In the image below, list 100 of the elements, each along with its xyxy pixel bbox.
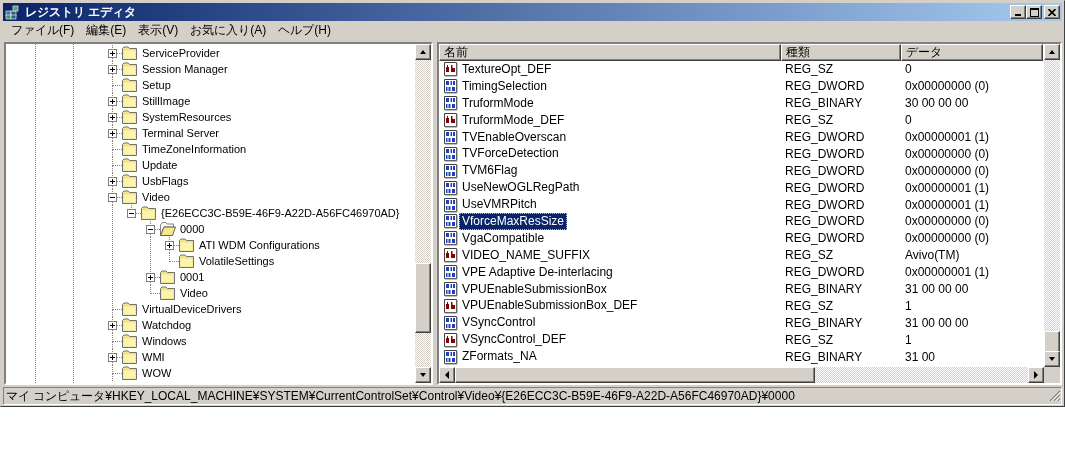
value-name[interactable]: TimingSelection bbox=[459, 77, 550, 95]
table-cell-text: 1 bbox=[904, 298, 912, 313]
tree-item[interactable]: ServiceProvider bbox=[141, 46, 221, 60]
tree-item[interactable]: SystemResources bbox=[141, 110, 233, 124]
table-cell-text: REG_BINARY bbox=[784, 315, 864, 330]
table-cell-text: 0x00000000 (0) bbox=[904, 231, 990, 246]
scroll-down-button[interactable] bbox=[415, 367, 431, 383]
menu-item[interactable]: ファイル(F) bbox=[5, 22, 81, 39]
column-header[interactable]: 種類 bbox=[781, 44, 901, 61]
scrollbar-thumb[interactable] bbox=[415, 263, 431, 333]
tree-item[interactable]: Update bbox=[141, 158, 179, 172]
expand-plus-icon[interactable] bbox=[108, 321, 117, 330]
expand-plus-icon[interactable] bbox=[108, 97, 117, 106]
column-header[interactable]: データ bbox=[901, 44, 1043, 61]
tree-item[interactable]: 0000 bbox=[179, 222, 206, 236]
vertical-scrollbar[interactable] bbox=[1044, 44, 1060, 367]
table-cell-text: REG_DWORD bbox=[784, 163, 866, 178]
expand-plus-icon[interactable] bbox=[108, 353, 117, 362]
table-cell-text: 31 00 bbox=[904, 349, 936, 364]
table-cell-text: 31 00 00 00 bbox=[904, 315, 969, 330]
value-name[interactable]: TVForceDetection bbox=[459, 145, 562, 163]
table-cell-text: 0x00000001 (1) bbox=[904, 265, 990, 280]
expand-plus-icon[interactable] bbox=[165, 241, 174, 250]
scroll-up-button[interactable] bbox=[1044, 44, 1060, 60]
close-button[interactable] bbox=[1044, 5, 1060, 19]
minimize-button[interactable] bbox=[1010, 5, 1026, 19]
value-name[interactable]: VPE Adaptive De-interlacing bbox=[459, 263, 616, 281]
collapse-minus-icon[interactable] bbox=[108, 193, 117, 202]
value-name[interactable]: VgaCompatible bbox=[459, 229, 548, 247]
tree-item[interactable]: {E26ECC3C-B59E-46F9-A22D-A56FC46970AD} bbox=[160, 206, 401, 220]
table-cell-text: REG_DWORD bbox=[784, 214, 866, 229]
scroll-right-button[interactable] bbox=[1028, 367, 1044, 383]
scrollbar-thumb[interactable] bbox=[1044, 331, 1060, 353]
tree-item[interactable]: UsbFlags bbox=[141, 174, 190, 188]
tree-item[interactable]: Terminal Server bbox=[141, 126, 221, 140]
vertical-scrollbar[interactable] bbox=[415, 44, 431, 383]
scroll-up-button[interactable] bbox=[415, 44, 431, 60]
tree-item[interactable]: Setup bbox=[141, 78, 172, 92]
scrollbar-thumb[interactable] bbox=[455, 367, 815, 383]
table-cell-text: REG_BINARY bbox=[784, 282, 864, 296]
value-name[interactable]: UseNewOGLRegPath bbox=[459, 179, 583, 197]
value-name[interactable]: TruformMode bbox=[459, 94, 537, 112]
value-name[interactable]: VPUEnableSubmissionBox bbox=[459, 280, 610, 298]
table-cell-text: REG_DWORD bbox=[784, 180, 866, 195]
value-name[interactable]: VIDEO_NAME_SUFFIX bbox=[459, 246, 594, 264]
value-name[interactable]: TVEnableOverscan bbox=[459, 128, 570, 146]
menu-item[interactable]: お気に入り(A) bbox=[184, 22, 273, 39]
expand-plus-icon[interactable] bbox=[108, 113, 117, 122]
collapse-minus-icon[interactable] bbox=[146, 225, 155, 234]
tree-item[interactable]: WMI bbox=[141, 350, 166, 364]
value-name[interactable]: TVM6Flag bbox=[459, 162, 521, 180]
binary-value-icon bbox=[443, 95, 459, 112]
binary-value-icon bbox=[443, 264, 459, 281]
expand-plus-icon[interactable] bbox=[108, 129, 117, 138]
tree-item[interactable]: Video bbox=[141, 190, 171, 204]
table-cell-text: Avivo(TM) bbox=[904, 248, 960, 263]
tree-item[interactable]: VirtualDeviceDrivers bbox=[141, 302, 243, 316]
value-name[interactable]: UseVMRPitch bbox=[459, 196, 540, 214]
horizontal-scrollbar[interactable] bbox=[439, 367, 1044, 383]
menu-item[interactable]: 編集(E) bbox=[80, 22, 133, 39]
expand-plus-icon[interactable] bbox=[146, 273, 155, 282]
menu-item[interactable]: 表示(V) bbox=[132, 22, 185, 39]
tree-item[interactable]: Watchdog bbox=[141, 318, 193, 332]
value-name[interactable]: VforceMaxResSize bbox=[459, 212, 568, 230]
tree-item[interactable]: StillImage bbox=[141, 94, 192, 108]
binary-value-icon bbox=[443, 230, 459, 247]
table-cell-text: 0x00000001 (1) bbox=[904, 180, 990, 195]
value-name[interactable]: VPUEnableSubmissionBox_DEF bbox=[459, 297, 641, 315]
collapse-minus-icon[interactable] bbox=[127, 209, 136, 218]
expand-plus-icon[interactable] bbox=[108, 177, 117, 186]
table-cell-text: REG_DWORD bbox=[784, 79, 866, 94]
tree-item[interactable]: ATI WDM Configurations bbox=[198, 238, 321, 252]
table-cell-text: 0x00000001 (1) bbox=[904, 197, 990, 212]
tree-item[interactable]: Video bbox=[179, 286, 209, 300]
value-name[interactable]: VSyncControl_DEF bbox=[459, 331, 570, 349]
value-name[interactable]: VSyncControl bbox=[459, 314, 539, 332]
expand-plus-icon[interactable] bbox=[108, 65, 117, 74]
tree-item[interactable]: 0001 bbox=[179, 270, 206, 284]
tree-item[interactable]: TimeZoneInformation bbox=[141, 142, 248, 156]
string-value-icon bbox=[443, 112, 459, 129]
registry-cubes-icon bbox=[5, 4, 21, 20]
table-cell-text: 0 bbox=[904, 113, 912, 128]
scroll-left-button[interactable] bbox=[439, 367, 455, 383]
menu-item[interactable]: ヘルプ(H) bbox=[272, 22, 337, 39]
value-name[interactable]: ZFormats_NA bbox=[459, 348, 540, 366]
maximize-button[interactable] bbox=[1026, 5, 1042, 19]
tree-item[interactable]: Windows bbox=[141, 334, 188, 348]
value-name[interactable]: TruformMode_DEF bbox=[459, 111, 568, 129]
scroll-down-button[interactable] bbox=[1044, 351, 1060, 367]
tree-item[interactable]: WOW bbox=[141, 366, 173, 380]
table-cell-text: 1 bbox=[904, 332, 912, 347]
string-value-icon bbox=[443, 247, 459, 264]
expand-plus-icon[interactable] bbox=[108, 49, 117, 58]
column-header[interactable]: 名前 bbox=[439, 44, 781, 61]
tree-item[interactable]: VolatileSettings bbox=[198, 254, 276, 268]
binary-value-icon bbox=[443, 179, 459, 196]
value-name[interactable]: TextureOpt_DEF bbox=[459, 60, 555, 78]
table-cell-text: 0x00000000 (0) bbox=[904, 163, 990, 178]
tree-item[interactable]: Session Manager bbox=[141, 62, 229, 76]
triangle-down-icon bbox=[1048, 356, 1056, 362]
